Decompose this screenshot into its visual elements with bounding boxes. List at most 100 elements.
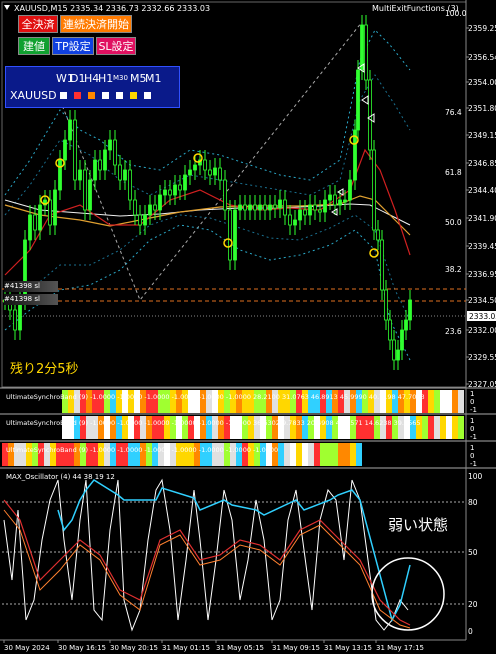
candle-body	[218, 167, 222, 181]
usb-bar	[458, 390, 464, 413]
order-label-2[interactable]: #41398 sl	[4, 294, 58, 305]
fibo-label: 38.2	[445, 265, 462, 274]
candle-body	[268, 204, 272, 211]
candle-body	[48, 199, 52, 226]
symbol-info: XAUUSD,M15 2335.34 2336.73 2332.66 2333.…	[14, 4, 210, 13]
sl-set-button[interactable]: SL設定	[96, 37, 136, 55]
countdown-timer: 残り2分5秒	[10, 362, 79, 377]
usb1-level-m1: -1	[470, 406, 477, 414]
status-square-m5	[130, 92, 137, 99]
fibo-label: 100.0	[445, 9, 467, 18]
candle-body	[33, 214, 37, 231]
time-label: 30 May 20:15	[110, 644, 158, 652]
usb-bar	[344, 443, 350, 466]
usb1-level-0: 0	[470, 398, 474, 406]
usb-bar	[440, 416, 446, 439]
status-square-h1	[102, 92, 109, 99]
bollinger-lower	[4, 224, 411, 361]
tf-h4[interactable]: H4	[84, 72, 99, 85]
fibo-label: 50.0	[445, 218, 462, 227]
price-label: 2336.95	[468, 270, 496, 279]
tf-m1[interactable]: M1	[145, 72, 162, 85]
usb1-label: UltimateSynchroBand (9) -1.0000 -1.0000 …	[6, 393, 425, 401]
usb-bar	[446, 416, 452, 439]
candle-body	[78, 169, 82, 181]
price-label: 2359.25	[468, 24, 496, 33]
candle-body	[348, 179, 352, 201]
candle-body	[308, 204, 312, 216]
close-all-button[interactable]: 全決済	[18, 15, 58, 33]
price-label: 2351.80	[468, 104, 496, 113]
price-label: 2344.40	[468, 186, 496, 195]
time-label: 30 May 16:15	[58, 644, 106, 652]
candle-body	[163, 189, 167, 196]
current-price-label: 2333.03	[469, 312, 496, 321]
candle-body	[73, 119, 77, 181]
price-label: 2339.45	[468, 242, 496, 251]
candle-body	[13, 309, 17, 331]
price-label: 2349.15	[468, 131, 496, 140]
price-label: 2341.90	[468, 214, 496, 223]
candle-body	[384, 289, 388, 321]
arrow-markers	[331, 63, 375, 216]
time-axis: 30 May 2024 30 May 16:15 30 May 20:15 31 Ma…	[3, 640, 424, 652]
oscillator-panel: 弱い状態 MAX_Oscillator (4) 44 38 19 12 100 …	[2, 472, 483, 636]
osc-level-label-80: 80	[468, 498, 478, 507]
candle-body	[258, 204, 262, 211]
candle-body	[138, 214, 142, 226]
time-label: 31 May 13:15	[324, 644, 372, 652]
usb-bar	[338, 443, 344, 466]
status-square-m30	[116, 92, 123, 99]
candle-body	[400, 329, 404, 351]
candle-body	[93, 159, 97, 181]
candle-body	[273, 204, 277, 209]
tp-set-button[interactable]: TP設定	[52, 37, 94, 55]
candle-body	[83, 169, 87, 211]
highlight-circle	[371, 557, 445, 631]
usb-bar	[428, 416, 434, 439]
candle-body	[396, 349, 400, 361]
order-label-1[interactable]: #41398 sl	[4, 281, 58, 292]
tf-m30[interactable]: M30	[113, 74, 128, 82]
usb3-label: UltimateSynchroBand (9) -1.0000 -1.0000 …	[6, 446, 278, 454]
timeframe-panel: W1 D1 H4 H1 M30 M5 M1 XAUUSD	[5, 66, 180, 108]
candle-body	[203, 159, 207, 171]
usb-bar	[290, 443, 296, 466]
usb-bar	[314, 443, 320, 466]
ma-white	[4, 199, 411, 226]
candle-body	[388, 319, 392, 341]
usb-bar	[284, 443, 290, 466]
candle-body	[28, 214, 32, 241]
breakeven-button[interactable]: 建値	[18, 37, 50, 55]
time-label: 31 May 05:15	[216, 644, 264, 652]
collapse-triangle-icon[interactable]	[4, 5, 10, 10]
candle-body	[263, 204, 267, 211]
usb-bar	[458, 416, 464, 439]
usb2-level-m1: -1	[470, 433, 477, 441]
candle-body	[380, 239, 384, 291]
usb2-level-1: 1	[470, 417, 474, 425]
usb-bar	[434, 390, 440, 413]
price-label: 2327.05	[468, 380, 496, 389]
main-chart-frame	[1, 1, 467, 388]
candle-body	[223, 179, 227, 211]
candle-body	[38, 204, 42, 231]
usb-bar	[356, 443, 362, 466]
tf-h1[interactable]: H1	[98, 72, 113, 85]
usb-bar	[302, 443, 308, 466]
candle-body	[153, 204, 157, 211]
price-axis: 2359.25 2356.54 2354.00 2351.80 2349.15 2346.…	[466, 24, 496, 389]
candle-body	[392, 339, 396, 361]
candle-body	[68, 119, 72, 141]
candle-body	[408, 299, 412, 321]
usb3-level-1: 1	[470, 444, 474, 452]
continuous-close-button[interactable]: 連続決済開始	[60, 15, 132, 33]
candle-body	[338, 199, 342, 206]
osc-level-label-20: 20	[468, 600, 478, 609]
fibo-label: 76.4	[445, 108, 462, 117]
candle-body	[188, 169, 192, 176]
osc-level-label-100: 100	[468, 472, 483, 481]
fibo-label: 23.6	[445, 327, 462, 336]
candle-body	[128, 169, 132, 201]
candle-body	[318, 209, 322, 213]
